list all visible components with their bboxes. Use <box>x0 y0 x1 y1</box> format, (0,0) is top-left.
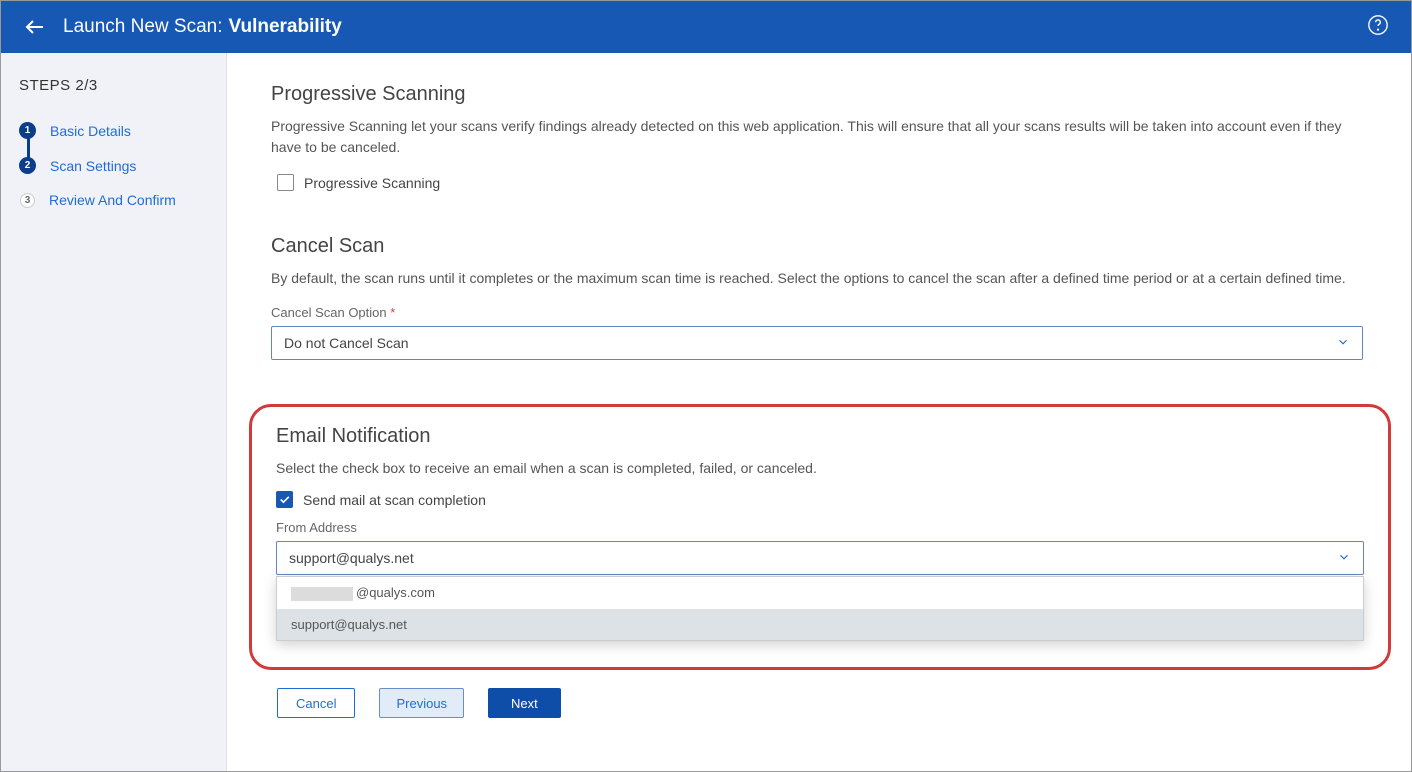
select-value: Do not Cancel Scan <box>284 335 409 351</box>
cancel-button[interactable]: Cancel <box>277 688 355 718</box>
previous-button[interactable]: Previous <box>379 688 464 718</box>
from-address-select[interactable]: support@qualys.net <box>276 541 1364 575</box>
back-arrow-icon[interactable] <box>23 15 47 39</box>
cancel-option-label: Cancel Scan Option * <box>271 305 1363 320</box>
step-label: Basic Details <box>50 123 131 139</box>
steps-counter: STEPS 2/3 <box>19 77 208 94</box>
section-description: Select the check box to receive an email… <box>276 458 1364 479</box>
step-scan-settings[interactable]: 2 Scan Settings <box>19 157 208 174</box>
progressive-scanning-checkbox[interactable] <box>277 174 294 191</box>
step-number-badge: 1 <box>19 122 36 139</box>
cancel-scan-select[interactable]: Do not Cancel Scan <box>271 326 1363 360</box>
dropdown-option[interactable]: @qualys.com <box>277 577 1363 609</box>
section-title: Cancel Scan <box>271 235 1363 258</box>
next-button[interactable]: Next <box>488 688 561 718</box>
section-title: Progressive Scanning <box>271 83 1363 106</box>
help-icon[interactable] <box>1367 14 1389 41</box>
footer-buttons: Cancel Previous Next <box>277 688 1363 718</box>
section-title: Email Notification <box>276 425 1364 448</box>
select-value: support@qualys.net <box>289 550 414 566</box>
step-label: Scan Settings <box>50 158 136 174</box>
from-address-dropdown: @qualys.com support@qualys.net <box>276 576 1364 641</box>
step-basic-details[interactable]: 1 Basic Details <box>19 122 208 139</box>
step-number-badge: 2 <box>19 157 36 174</box>
step-number-badge: 3 <box>20 193 35 208</box>
checkbox-label: Send mail at scan completion <box>303 492 486 508</box>
section-description: Progressive Scanning let your scans veri… <box>271 116 1363 158</box>
header-title-main: Vulnerability <box>229 16 342 38</box>
main-content: Progressive Scanning Progressive Scannin… <box>227 53 1411 771</box>
dropdown-option-selected[interactable]: support@qualys.net <box>277 609 1363 640</box>
chevron-down-icon <box>1336 335 1350 352</box>
chevron-down-icon <box>1337 550 1351 567</box>
page-header: Launch New Scan: Vulnerability <box>1 1 1411 53</box>
section-description: By default, the scan runs until it compl… <box>271 268 1363 289</box>
step-label: Review And Confirm <box>49 192 176 208</box>
checkbox-label: Progressive Scanning <box>304 175 440 191</box>
step-review-confirm[interactable]: 3 Review And Confirm <box>19 192 208 208</box>
redacted-text <box>291 587 353 601</box>
progressive-scanning-section: Progressive Scanning Progressive Scannin… <box>271 83 1363 191</box>
wizard-sidebar: STEPS 2/3 1 Basic Details 2 Scan Setting… <box>1 53 227 771</box>
email-notification-highlight: Email Notification Select the check box … <box>249 404 1391 670</box>
required-indicator: * <box>390 305 395 320</box>
send-mail-checkbox[interactable] <box>276 491 293 508</box>
from-address-label: From Address <box>276 520 1364 535</box>
header-title-prefix: Launch New Scan: <box>63 16 223 38</box>
cancel-scan-section: Cancel Scan By default, the scan runs un… <box>271 235 1363 360</box>
